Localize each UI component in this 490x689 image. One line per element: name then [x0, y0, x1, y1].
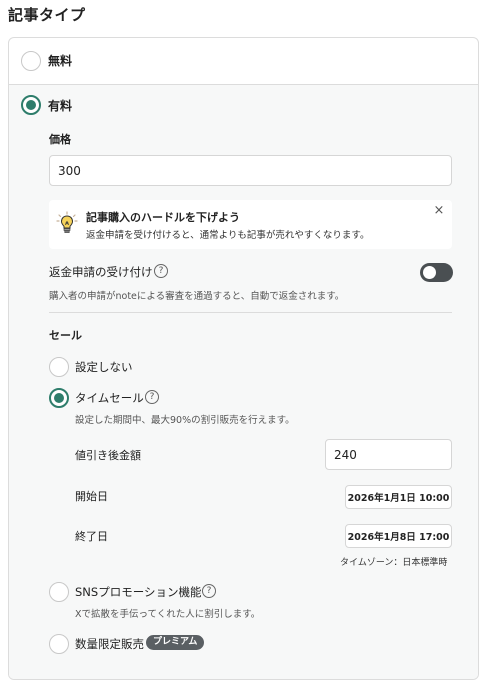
- price-label: 価格: [49, 133, 71, 146]
- refund-label: 返金申請の受け付け: [49, 265, 153, 279]
- sale-divider: [49, 312, 452, 313]
- lightbulb-icon: [56, 211, 78, 233]
- free-label[interactable]: 無料: [48, 52, 72, 69]
- sale-none-radio[interactable]: [49, 357, 69, 377]
- paid-panel: 有料 価格 300 記事購入のハードルを下げよう 返金申請を受け付けると、通常よ…: [9, 85, 478, 679]
- premium-badge: プレミアム: [146, 635, 205, 650]
- article-type-card: 無料 有料 価格 300 記事購入のハードルを下げよう 返金申請を受け付けると、…: [8, 37, 479, 680]
- paid-label[interactable]: 有料: [48, 97, 72, 114]
- discount-input[interactable]: 240: [325, 439, 452, 470]
- price-value: 300: [58, 163, 81, 178]
- end-date-label: 終了日: [75, 530, 108, 543]
- sns-radio[interactable]: [49, 582, 69, 602]
- start-date-label: 開始日: [75, 490, 108, 503]
- timesale-radio[interactable]: [49, 388, 69, 408]
- timesale-desc: 設定した期間中、最大90%の割引販売を行えます。: [75, 415, 295, 426]
- sale-heading: セール: [49, 329, 82, 342]
- question-circle-icon[interactable]: ?: [202, 584, 216, 598]
- end-date-field[interactable]: 2026年1月8日 17:00: [345, 524, 452, 548]
- limited-label[interactable]: 数量限定販売: [75, 636, 144, 652]
- timezone-note: タイムゾーン：日本標準時: [340, 558, 448, 568]
- sns-label[interactable]: SNSプロモーション機能: [75, 584, 201, 600]
- question-circle-icon[interactable]: ?: [145, 390, 159, 404]
- refund-help: 購入者の申請がnoteによる審査を通過すると、自動で返金されます。: [49, 291, 345, 302]
- tip-title: 記事購入のハードルを下げよう: [86, 211, 240, 224]
- timesale-label[interactable]: タイムセール: [75, 390, 144, 406]
- tip-box: 記事購入のハードルを下げよう 返金申請を受け付けると、通常よりも記事が売れやすく…: [49, 200, 452, 249]
- section-title: 記事タイプ: [8, 6, 86, 24]
- price-input[interactable]: 300: [49, 155, 452, 186]
- discount-label: 値引き後金額: [75, 449, 141, 462]
- close-icon[interactable]: ×: [432, 204, 446, 218]
- sale-none-label[interactable]: 設定しない: [75, 359, 133, 375]
- paid-radio[interactable]: [21, 95, 41, 115]
- question-circle-icon[interactable]: ?: [154, 264, 168, 278]
- refund-toggle[interactable]: [420, 263, 453, 282]
- tip-body: 返金申請を受け付けると、通常よりも記事が売れやすくなります。: [86, 230, 370, 241]
- limited-radio[interactable]: [49, 634, 69, 654]
- toggle-knob: [423, 266, 436, 279]
- start-date-field[interactable]: 2026年1月1日 10:00: [345, 485, 452, 509]
- discount-value: 240: [334, 447, 357, 462]
- free-radio[interactable]: [21, 51, 41, 71]
- sns-desc: Xで拡散を手伝ってくれた人に割引します。: [75, 609, 261, 620]
